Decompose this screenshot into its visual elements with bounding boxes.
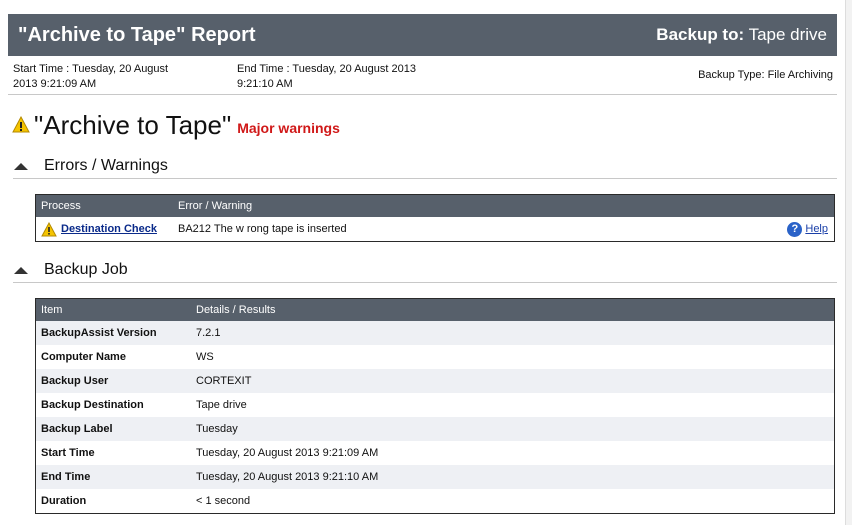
table-row: Destination Check BA212 The w rong tape …	[36, 217, 834, 241]
section-divider	[13, 178, 837, 179]
column-header-details: Details / Results	[196, 304, 276, 316]
row-value: Tuesday	[196, 423, 238, 435]
table-row: Start Time Tuesday, 20 August 2013 9:21:…	[36, 441, 834, 465]
backup-section-title: Backup Job	[44, 261, 128, 278]
meta-start-time: Start Time : Tuesday, 20 August 2013 9:2…	[13, 63, 169, 90]
report-meta: Start Time : Tuesday, 20 August 2013 9:2…	[13, 62, 833, 92]
report-title: "Archive to Tape"	[34, 110, 232, 140]
errors-table-header: Process Error / Warning	[36, 195, 834, 217]
help-link[interactable]: Help	[805, 223, 828, 235]
backup-section-header[interactable]: Backup Job	[14, 261, 128, 279]
row-label: End Time	[41, 471, 91, 483]
help-button[interactable]: ? Help	[787, 221, 828, 237]
report-heading: "Archive to Tape" Major warnings	[12, 110, 340, 140]
row-label: Start Time	[41, 447, 95, 459]
report-header: "Archive to Tape" Report Backup to: Tape…	[8, 14, 837, 56]
column-header-error: Error / Warning	[178, 200, 253, 212]
header-divider	[8, 94, 837, 95]
table-row: BackupAssist Version 7.2.1	[36, 321, 834, 345]
meta-end-time: End Time : Tuesday, 20 August 2013 9:21:…	[237, 63, 416, 90]
row-label: Backup User	[41, 375, 109, 387]
collapse-arrow-icon[interactable]	[14, 162, 28, 170]
table-row: Backup Destination Tape drive	[36, 393, 834, 417]
warning-icon	[12, 116, 30, 133]
row-label: Computer Name	[41, 351, 126, 363]
row-value: Tuesday, 20 August 2013 9:21:10 AM	[196, 471, 379, 483]
backup-table-header: Item Details / Results	[36, 299, 834, 321]
row-value: Tuesday, 20 August 2013 9:21:09 AM	[196, 447, 379, 459]
row-value: Tape drive	[196, 399, 247, 411]
table-row: Duration < 1 second	[36, 489, 834, 513]
table-row: Backup User CORTEXIT	[36, 369, 834, 393]
help-icon[interactable]: ?	[787, 221, 803, 237]
meta-backup-type: Backup Type: File Archiving	[698, 69, 833, 81]
table-row: Backup Label Tuesday	[36, 417, 834, 441]
backup-to: Backup to: Tape drive	[656, 25, 827, 45]
backup-to-value: Tape drive	[748, 25, 827, 44]
row-label: Backup Label	[41, 423, 113, 435]
row-label: Backup Destination	[41, 399, 144, 411]
status-badge: Major warnings	[237, 120, 340, 136]
column-header-process: Process	[41, 200, 81, 212]
vertical-scrollbar[interactable]	[845, 0, 852, 525]
row-value: < 1 second	[196, 495, 251, 507]
row-label: Duration	[41, 495, 87, 507]
backup-job-table: Item Details / Results BackupAssist Vers…	[35, 298, 835, 514]
warning-icon	[41, 221, 57, 236]
table-row: Computer Name WS	[36, 345, 834, 369]
destination-check-link[interactable]: Destination Check	[61, 223, 157, 235]
errors-section-header[interactable]: Errors / Warnings	[14, 157, 168, 175]
row-value: 7.2.1	[196, 327, 221, 339]
errors-section-title: Errors / Warnings	[44, 157, 168, 174]
row-value: WS	[196, 351, 214, 363]
section-divider	[13, 282, 837, 283]
collapse-arrow-icon[interactable]	[14, 266, 28, 274]
report-header-title: "Archive to Tape" Report	[18, 23, 256, 46]
row-value: CORTEXIT	[196, 375, 252, 387]
table-row: End Time Tuesday, 20 August 2013 9:21:10…	[36, 465, 834, 489]
row-label: BackupAssist Version	[41, 327, 157, 339]
backup-to-label: Backup to:	[656, 25, 745, 44]
process-cell: Destination Check	[36, 221, 178, 237]
error-message: BA212 The w rong tape is inserted	[178, 223, 347, 235]
column-header-item: Item	[41, 304, 63, 316]
errors-table: Process Error / Warning Destination Chec…	[35, 194, 835, 242]
